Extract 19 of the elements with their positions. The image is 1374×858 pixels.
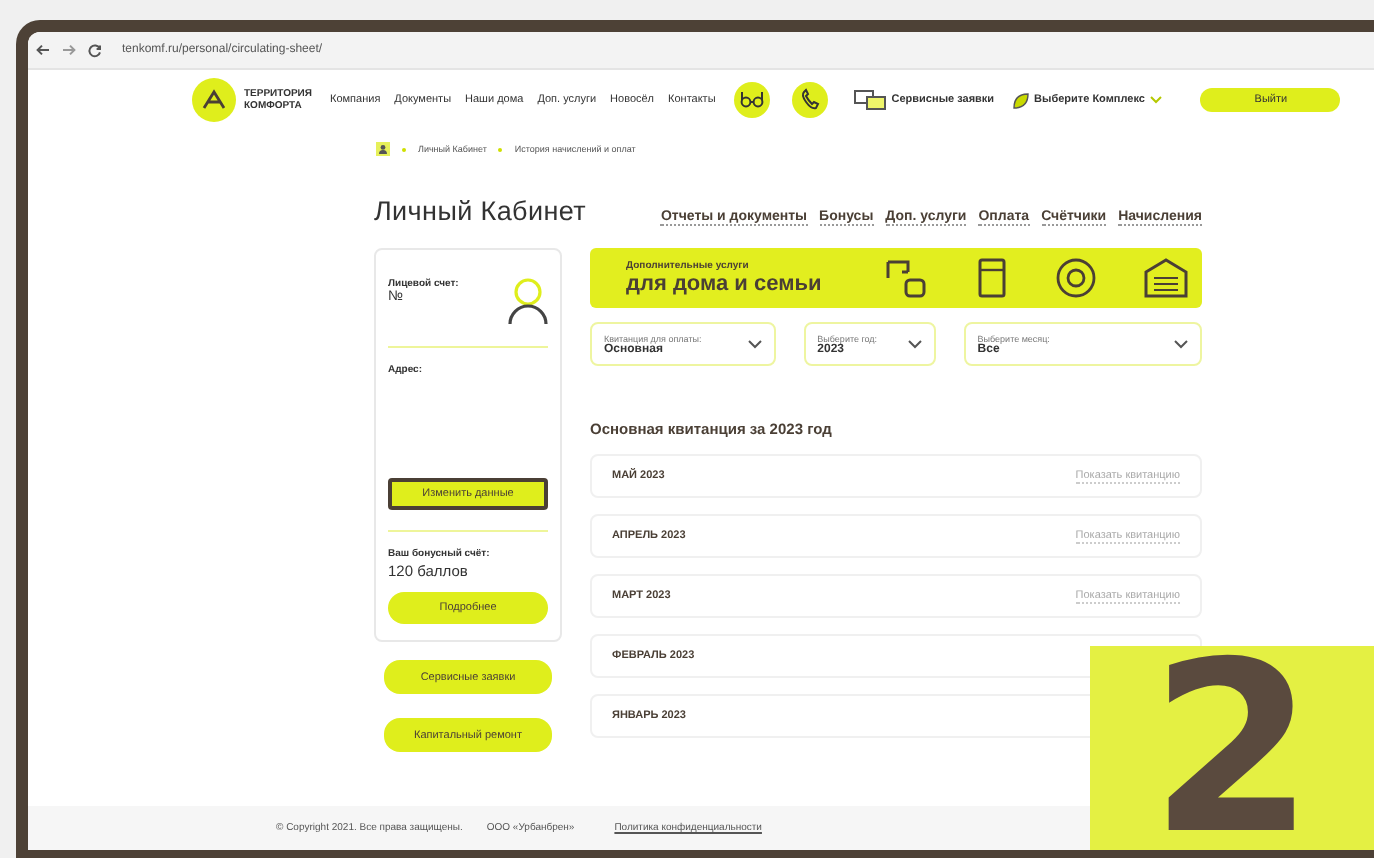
leaf-icon xyxy=(1012,91,1031,109)
phone-icon[interactable] xyxy=(791,82,828,118)
garage-icon xyxy=(1142,256,1190,300)
back-icon[interactable] xyxy=(36,44,50,56)
banner-title: для дома и семьи xyxy=(626,272,822,296)
chat-icon[interactable] xyxy=(853,90,886,110)
breadcrumb-separator-icon xyxy=(402,147,406,151)
chevron-down-icon xyxy=(1174,339,1188,349)
forward-icon[interactable] xyxy=(62,44,76,56)
logo-icon[interactable] xyxy=(192,78,236,122)
chevron-down-icon xyxy=(907,339,922,349)
reload-icon[interactable] xyxy=(88,43,102,57)
chevron-down-icon xyxy=(747,339,762,349)
breadcrumb-separator-icon xyxy=(498,147,503,151)
page-title: Личный Кабинет xyxy=(374,196,587,226)
glasses-icon[interactable] xyxy=(733,82,770,118)
home-icon[interactable] xyxy=(376,142,390,156)
user-icon xyxy=(508,278,548,326)
step-number-badge: 2 xyxy=(1090,646,1374,850)
